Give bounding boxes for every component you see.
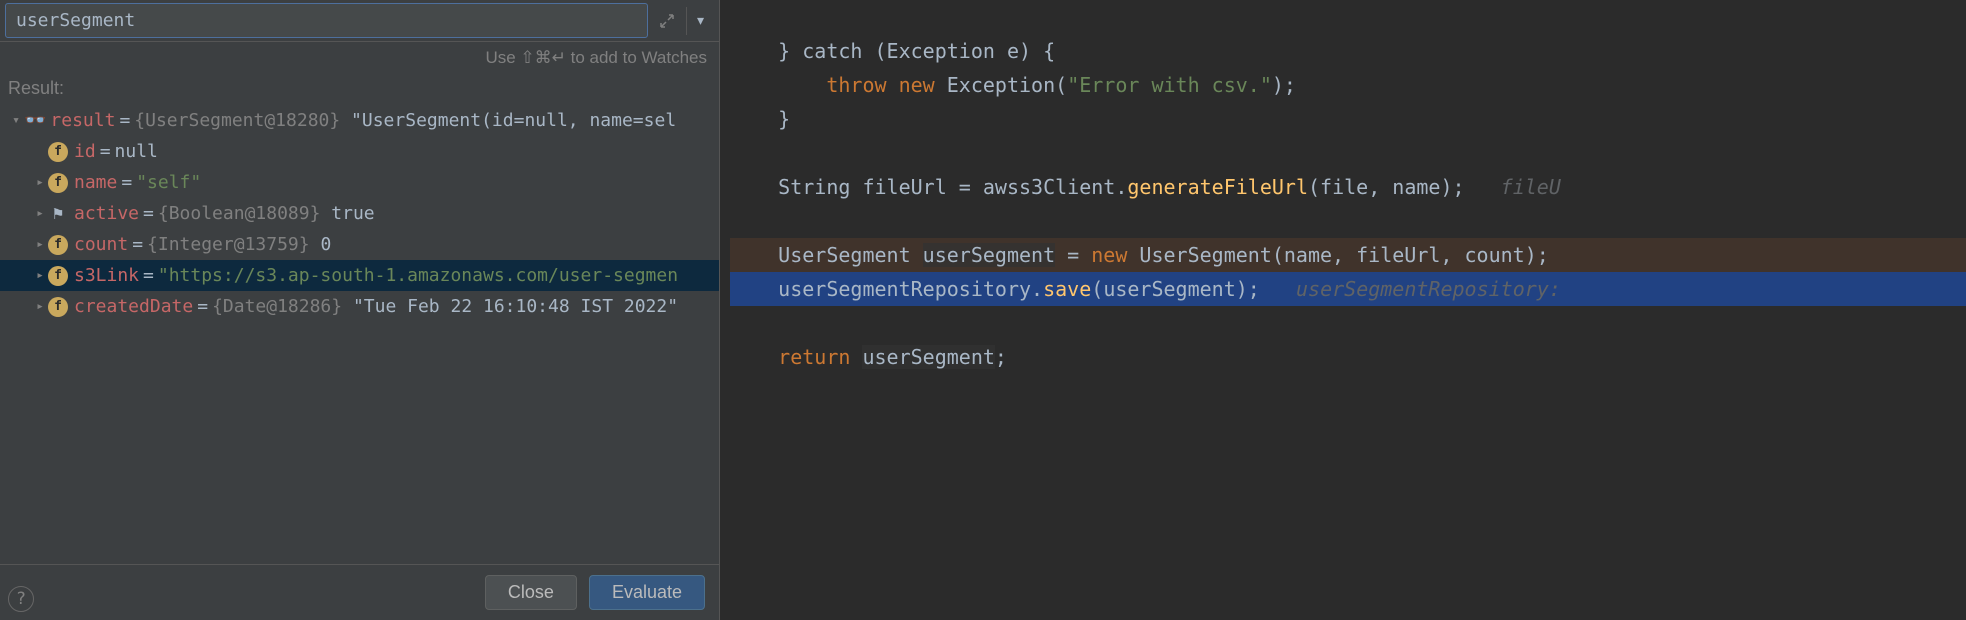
code-line: return userSegment; xyxy=(730,345,1007,369)
variable-value xyxy=(340,110,351,131)
chevron-down-icon[interactable]: ▾ xyxy=(8,113,24,128)
expression-row: ▾ xyxy=(0,0,719,42)
chevron-right-icon[interactable]: ▸ xyxy=(32,268,48,283)
button-bar: ? Close Evaluate xyxy=(0,564,719,620)
evaluate-button[interactable]: Evaluate xyxy=(589,575,705,610)
history-dropdown-icon[interactable]: ▾ xyxy=(686,7,714,35)
chevron-right-icon[interactable]: ▸ xyxy=(32,237,48,252)
chevron-right-icon[interactable]: ▸ xyxy=(32,206,48,221)
variable-name: count xyxy=(74,234,128,255)
code-line: } xyxy=(730,107,790,131)
variable-type: {Date@18286} xyxy=(212,296,342,317)
code-line: throw new Exception("Error with csv."); xyxy=(730,73,1296,97)
chevron-right-icon[interactable]: ▸ xyxy=(32,299,48,314)
close-button[interactable]: Close xyxy=(485,575,577,610)
variable-value: "Tue Feb 22 16:10:48 IST 2022" xyxy=(353,296,678,317)
tree-row-id[interactable]: f id = null xyxy=(0,136,719,167)
variable-type: {Integer@13759} xyxy=(147,234,310,255)
variable-value: "https://s3.ap-south-1.amazonaws.com/use… xyxy=(158,265,678,286)
variable-name: active xyxy=(74,203,139,224)
chevron-right-icon[interactable]: ▸ xyxy=(32,175,48,190)
watches-hint: Use ⇧⌘↵ to add to Watches xyxy=(0,42,719,74)
tree-row-name[interactable]: ▸ f name = "self" xyxy=(0,167,719,198)
help-icon[interactable]: ? xyxy=(8,586,34,612)
watch-icon: 👓 xyxy=(24,110,46,131)
variable-value: null xyxy=(115,141,158,162)
variable-name: createdDate xyxy=(74,296,193,317)
flag-icon: ⚑ xyxy=(48,204,68,224)
code-line: String fileUrl = awss3Client.generateFil… xyxy=(730,175,1561,199)
field-icon: f xyxy=(48,266,68,286)
variable-type: {UserSegment@18280} xyxy=(134,110,340,131)
code-editor[interactable]: } catch (Exception e) { throw new Except… xyxy=(720,0,1966,620)
code-line: } catch (Exception e) { xyxy=(730,39,1055,63)
variable-name: id xyxy=(74,141,96,162)
tree-row-count[interactable]: ▸ f count = {Integer@13759} 0 xyxy=(0,229,719,260)
variable-value: "self" xyxy=(136,172,201,193)
field-icon: f xyxy=(48,297,68,317)
tree-row-result[interactable]: ▾ 👓 result = {UserSegment@18280} "UserSe… xyxy=(0,105,719,136)
variable-type: {Boolean@18089} xyxy=(158,203,321,224)
variable-name: name xyxy=(74,172,117,193)
result-tree: ▾ 👓 result = {UserSegment@18280} "UserSe… xyxy=(0,103,719,564)
expression-input[interactable] xyxy=(5,3,648,38)
variable-value: 0 xyxy=(320,234,331,255)
tree-row-active[interactable]: ▸ ⚑ active = {Boolean@18089} true xyxy=(0,198,719,229)
variable-name: result xyxy=(50,110,115,131)
field-icon: f xyxy=(48,173,68,193)
code-block[interactable]: } catch (Exception e) { throw new Except… xyxy=(720,0,1966,408)
code-line: UserSegment userSegment = new UserSegmen… xyxy=(730,238,1966,272)
field-icon: f xyxy=(48,235,68,255)
tree-row-created[interactable]: ▸ f createdDate = {Date@18286} "Tue Feb … xyxy=(0,291,719,322)
code-line-current: userSegmentRepository.save(userSegment);… xyxy=(730,272,1966,306)
variable-name: s3Link xyxy=(74,265,139,286)
variable-value: true xyxy=(331,203,374,224)
field-icon: f xyxy=(48,142,68,162)
evaluate-expression-panel: ▾ Use ⇧⌘↵ to add to Watches Result: ▾ 👓 … xyxy=(0,0,720,620)
tree-row-s3link[interactable]: ▸ f s3Link = "https://s3.ap-south-1.amaz… xyxy=(0,260,719,291)
result-label: Result: xyxy=(0,74,719,103)
variable-value: "UserSegment(id=null, name=sel xyxy=(351,110,676,131)
expand-icon[interactable] xyxy=(653,7,681,35)
